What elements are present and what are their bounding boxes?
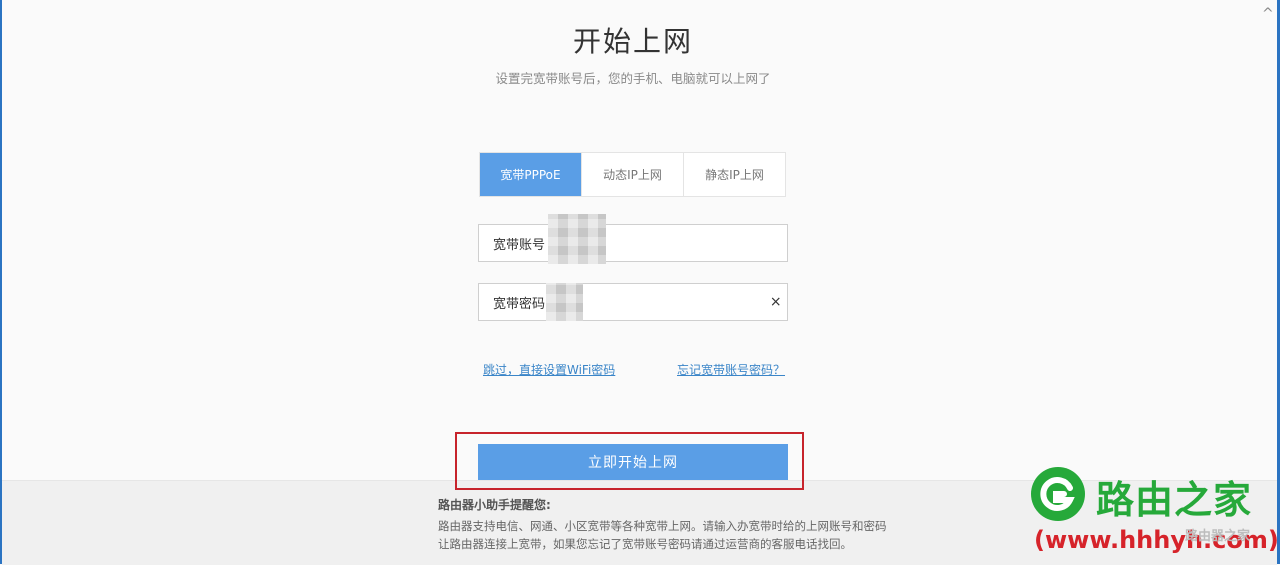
tip-line-2: 让路由器连接上宽带，如果您忘记了宽带账号密码请通过运营商的客服电话找回。 [438,537,852,551]
page-subtitle: 设置完宽带账号后，您的手机、电脑就可以上网了 [495,71,771,86]
password-label: 宽带密码 [493,296,546,312]
tab-dynamic-ip[interactable]: 动态IP上网 [581,153,683,196]
watermark-name: 路由之家 [1096,478,1253,522]
forgot-account-link[interactable]: 忘记宽带账号密码？ [677,361,785,378]
account-input[interactable] [606,224,787,262]
tip-title: 路由器小助手提醒您: [438,498,551,512]
password-input[interactable] [583,283,765,321]
account-value-pixelated [547,214,606,264]
tab-static-ip[interactable]: 静态IP上网 [683,153,785,196]
watermark-logo-icon [1031,467,1085,521]
account-field: 宽带账号 [478,214,788,264]
connection-type-tabs: 宽带PPPoE 动态IP上网 静态IP上网 [479,152,786,197]
account-label: 宽带账号 [493,237,546,253]
password-field: 宽带密码 × [478,283,788,321]
tab-pppoe[interactable]: 宽带PPPoE [480,153,581,196]
password-value-pixelated [546,283,584,321]
tip-line-1: 路由器支持电信、网通、小区宽带等各种宽带上网。请输入办宽带时给的上网账号和密码 [438,519,887,533]
skip-to-wifi-link[interactable]: 跳过，直接设置WiFi密码 [483,361,615,378]
start-internet-button[interactable]: 立即开始上网 [478,444,788,480]
clear-icon[interactable]: × [764,294,787,310]
watermark-ghost-text: 路由器之家 [1185,529,1251,544]
page-title: 开始上网 [572,25,693,58]
